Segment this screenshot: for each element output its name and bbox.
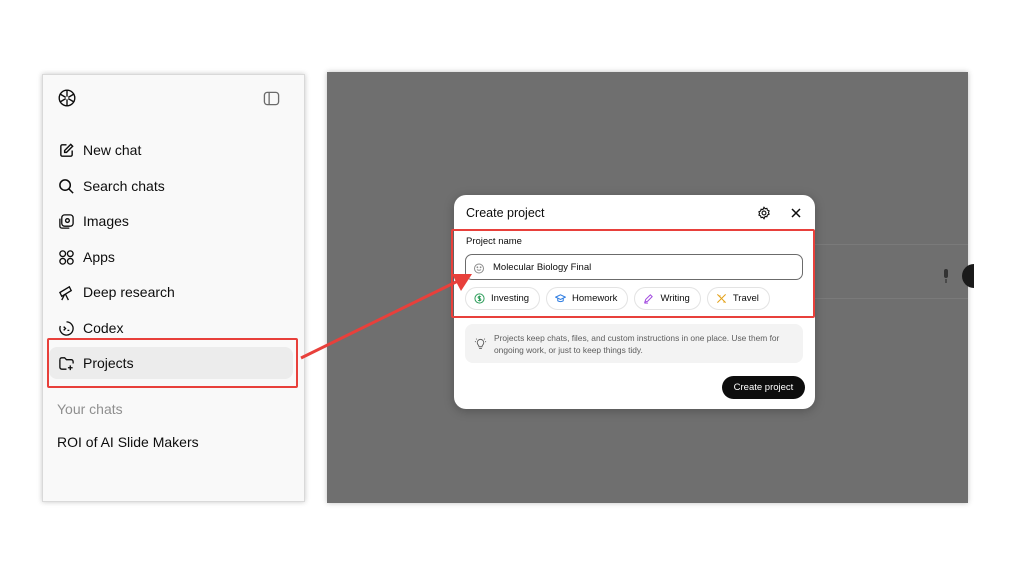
codex-icon [57, 319, 75, 337]
edit-icon [57, 141, 75, 159]
telescope-icon [57, 283, 75, 301]
sidebar-item-label: Apps [83, 249, 115, 265]
create-project-button[interactable]: Create project [722, 376, 805, 399]
sidebar-item-images[interactable]: Images [49, 205, 293, 237]
sidebar-item-new-chat[interactable]: New chat [49, 134, 293, 166]
dialog-title: Create project [466, 206, 545, 220]
projects-info-text: Projects keep chats, files, and custom i… [494, 333, 780, 355]
sidebar-item-label: Images [83, 213, 129, 229]
search-icon [57, 177, 75, 195]
sidebar-item-deep-research[interactable]: Deep research [49, 276, 293, 308]
images-icon [57, 212, 75, 230]
sidebar-item-label: New chat [83, 142, 142, 158]
sidebar: New chat Search chats Images Apps Deep r… [42, 74, 305, 502]
project-name-highlight-box [451, 229, 815, 318]
projects-highlight-box [47, 338, 298, 388]
sidebar-toggle-icon[interactable] [263, 90, 280, 107]
openai-logo-icon[interactable] [56, 87, 78, 109]
your-chats-heading: Your chats [57, 401, 123, 417]
lightbulb-icon [474, 337, 487, 350]
gear-icon[interactable] [757, 206, 771, 220]
sidebar-item-apps[interactable]: Apps [49, 241, 293, 273]
close-icon[interactable] [789, 206, 803, 220]
sidebar-item-label: Search chats [83, 178, 165, 194]
apps-grid-icon [57, 248, 75, 266]
microphone-icon [941, 269, 951, 283]
projects-info-box: Projects keep chats, files, and custom i… [465, 324, 803, 363]
chat-history-item[interactable]: ROI of AI Slide Makers [57, 434, 199, 450]
sidebar-item-search-chats[interactable]: Search chats [49, 170, 293, 202]
sidebar-item-label: Codex [83, 320, 124, 336]
sidebar-item-label: Deep research [83, 284, 175, 300]
